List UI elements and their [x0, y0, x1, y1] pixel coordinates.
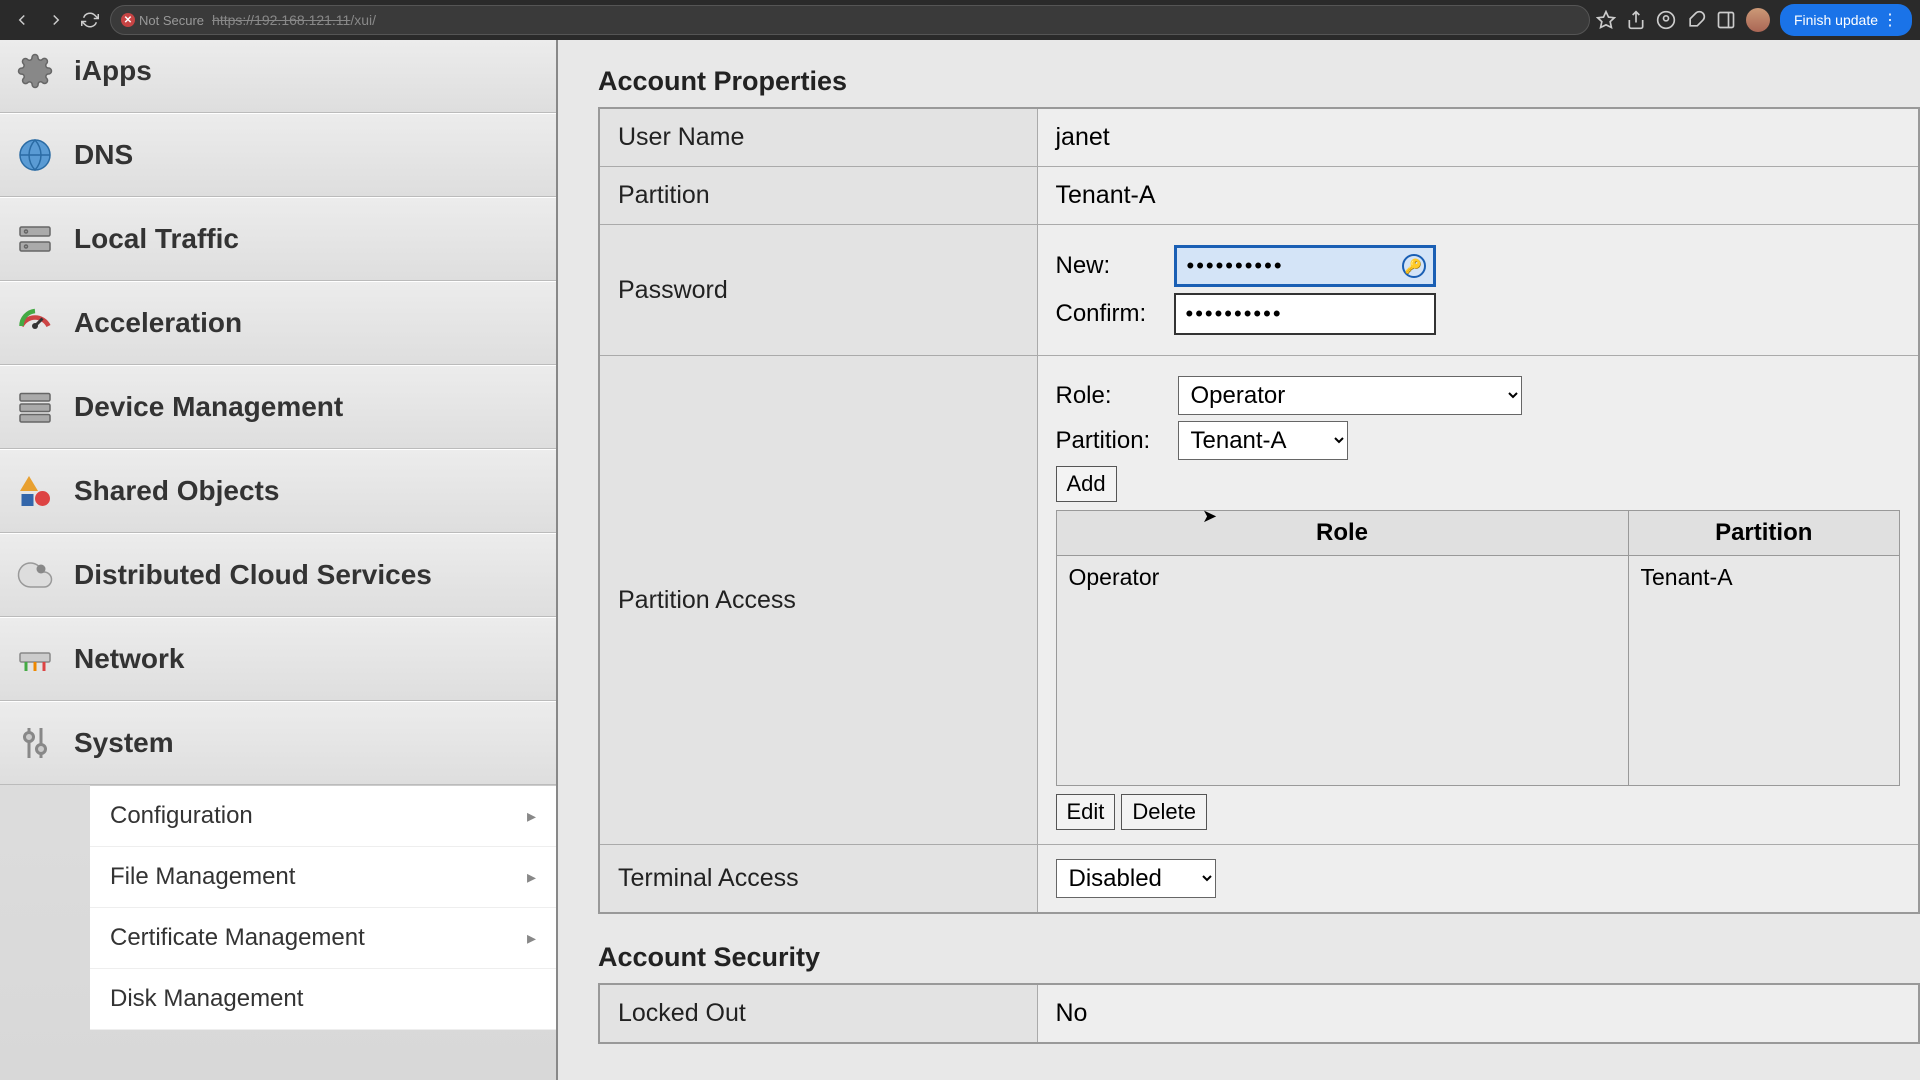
- value-user-name: janet: [1037, 108, 1919, 167]
- profile-icon[interactable]: [1656, 10, 1676, 30]
- kebab-icon: ⋮: [1882, 10, 1898, 30]
- finish-update-button[interactable]: Finish update ⋮: [1780, 4, 1912, 36]
- col-role: Role: [1056, 511, 1628, 556]
- subnav-disk-management[interactable]: Disk Management: [90, 969, 556, 1030]
- sidebar-item-label: DNS: [74, 139, 133, 171]
- sidebar-item-label: Shared Objects: [74, 475, 279, 507]
- sidebar-item-dns[interactable]: DNS: [0, 113, 556, 197]
- label-locked-out: Locked Out: [599, 984, 1037, 1043]
- label-role: Role:: [1056, 382, 1166, 410]
- sidebar: iApps DNS Local Traffic Acceleration Dev…: [0, 40, 558, 1080]
- main-content: Account Properties User Name janet Parti…: [558, 40, 1920, 1080]
- sidebar-item-network[interactable]: Network: [0, 617, 556, 701]
- sidebar-item-label: Local Traffic: [74, 223, 239, 255]
- not-secure-badge: ✕ Not Secure: [121, 13, 204, 28]
- delete-button[interactable]: Delete: [1121, 794, 1207, 830]
- edit-button[interactable]: Edit: [1056, 794, 1116, 830]
- sidebar-item-label: Distributed Cloud Services: [74, 559, 432, 591]
- not-secure-label: Not Secure: [139, 13, 204, 28]
- cell-role: Operator: [1056, 556, 1628, 786]
- password-new-input[interactable]: [1174, 245, 1436, 287]
- section-title-properties: Account Properties: [598, 58, 1920, 107]
- label-pw-confirm: Confirm:: [1056, 300, 1162, 328]
- insecure-icon: ✕: [121, 13, 135, 27]
- extensions-icon[interactable]: [1686, 10, 1706, 30]
- sliders-icon: [14, 722, 56, 764]
- account-properties-table: User Name janet Partition Tenant-A Passw…: [598, 107, 1920, 914]
- shapes-icon: [14, 470, 56, 512]
- value-partition: Tenant-A: [1037, 167, 1919, 225]
- sidebar-item-local-traffic[interactable]: Local Traffic: [0, 197, 556, 281]
- password-confirm-input[interactable]: [1174, 293, 1436, 335]
- network-icon: [14, 638, 56, 680]
- forward-button[interactable]: [42, 6, 70, 34]
- star-icon[interactable]: [1596, 10, 1616, 30]
- devices-icon: [14, 386, 56, 428]
- label-user-name: User Name: [599, 108, 1037, 167]
- subnav-file-management[interactable]: File Management ▸: [90, 847, 556, 908]
- label-terminal-access: Terminal Access: [599, 845, 1037, 914]
- role-select[interactable]: Operator: [1178, 376, 1522, 415]
- gear-icon: [14, 50, 56, 92]
- subnav-configuration[interactable]: Configuration ▸: [90, 786, 556, 847]
- gauge-icon: [14, 302, 56, 344]
- system-submenu: Configuration ▸ File Management ▸ Certif…: [90, 785, 556, 1030]
- subnav-label: File Management: [110, 863, 295, 891]
- back-button[interactable]: [8, 6, 36, 34]
- add-button[interactable]: Add: [1056, 466, 1117, 502]
- key-icon[interactable]: 🔑: [1402, 254, 1426, 278]
- label-password: Password: [599, 225, 1037, 356]
- panel-icon[interactable]: [1716, 10, 1736, 30]
- sidebar-item-label: iApps: [74, 55, 152, 87]
- server-icon: [14, 218, 56, 260]
- cell-partition: Tenant-A: [1628, 556, 1900, 786]
- subnav-certificate-management[interactable]: Certificate Management ▸: [90, 908, 556, 969]
- sidebar-item-device-management[interactable]: Device Management: [0, 365, 556, 449]
- partition-select[interactable]: Tenant-A: [1178, 421, 1348, 460]
- partition-access-table: Role Partition Operator Tenant-A: [1056, 510, 1901, 786]
- chevron-right-icon: ▸: [527, 928, 536, 949]
- sidebar-item-acceleration[interactable]: Acceleration: [0, 281, 556, 365]
- section-title-security: Account Security: [598, 934, 1920, 983]
- globe-icon: [14, 134, 56, 176]
- address-bar[interactable]: ✕ Not Secure https://192.168.121.11/xui/: [110, 5, 1590, 35]
- sidebar-item-distributed-cloud[interactable]: Distributed Cloud Services: [0, 533, 556, 617]
- sidebar-item-label: Device Management: [74, 391, 343, 423]
- reload-button[interactable]: [76, 6, 104, 34]
- sidebar-item-system[interactable]: System: [0, 701, 556, 785]
- terminal-access-select[interactable]: Disabled: [1056, 859, 1216, 898]
- label-access-partition: Partition:: [1056, 427, 1166, 455]
- subnav-label: Disk Management: [110, 985, 303, 1013]
- label-partition: Partition: [599, 167, 1037, 225]
- sidebar-item-iapps[interactable]: iApps: [0, 40, 556, 113]
- sidebar-item-label: Network: [74, 643, 184, 675]
- chevron-right-icon: ▸: [527, 806, 536, 827]
- url-text: https://192.168.121.11/xui/: [212, 12, 376, 28]
- sidebar-item-label: Acceleration: [74, 307, 242, 339]
- share-icon[interactable]: [1626, 10, 1646, 30]
- label-partition-access: Partition Access: [599, 356, 1037, 845]
- subnav-label: Configuration: [110, 802, 253, 830]
- account-security-table: Locked Out No: [598, 983, 1920, 1044]
- label-pw-new: New:: [1056, 252, 1162, 280]
- chevron-right-icon: ▸: [527, 867, 536, 888]
- avatar[interactable]: [1746, 8, 1770, 32]
- sidebar-item-label: System: [74, 727, 174, 759]
- subnav-label: Certificate Management: [110, 924, 365, 952]
- browser-toolbar: ✕ Not Secure https://192.168.121.11/xui/…: [0, 0, 1920, 40]
- cloud-gear-icon: [14, 554, 56, 596]
- sidebar-item-shared-objects[interactable]: Shared Objects: [0, 449, 556, 533]
- table-row[interactable]: Operator Tenant-A: [1056, 556, 1900, 786]
- value-locked-out: No: [1037, 984, 1919, 1043]
- col-partition: Partition: [1628, 511, 1900, 556]
